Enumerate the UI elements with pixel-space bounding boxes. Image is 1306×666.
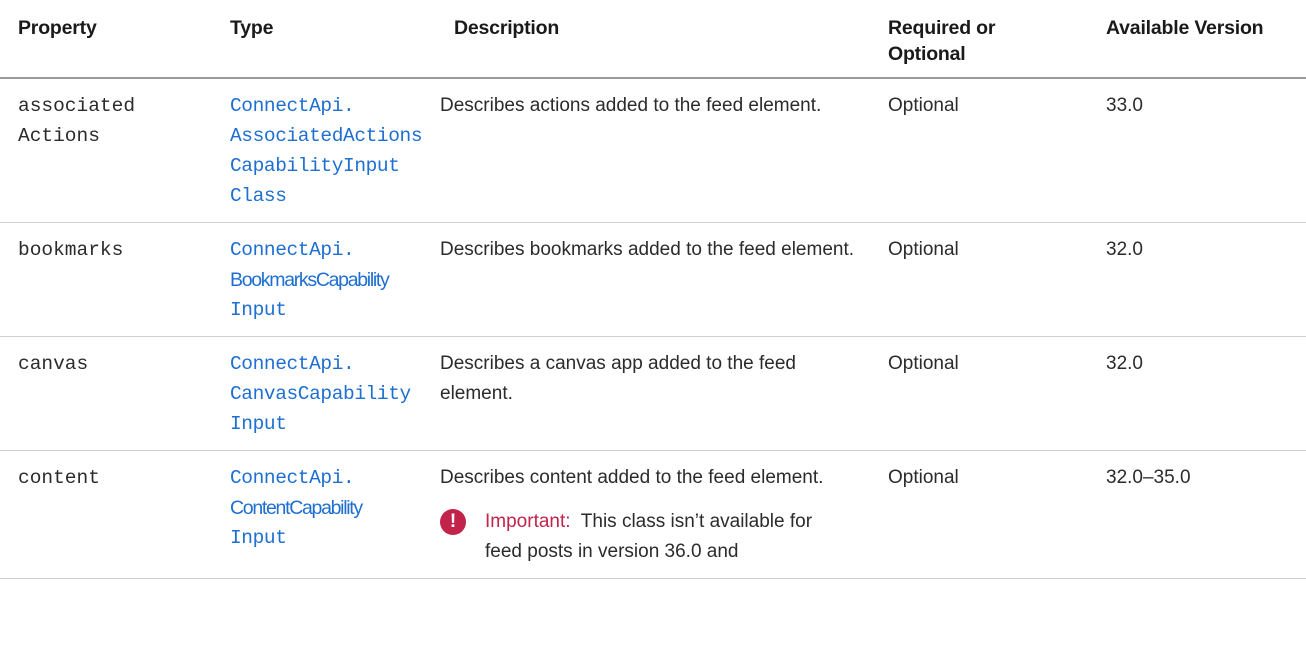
header-type: Type <box>212 0 436 79</box>
header-required: Required or Optional <box>870 0 1088 79</box>
type-link-line[interactable]: ConnectApi. <box>230 349 436 379</box>
type-link-line[interactable]: AssociatedActions <box>230 121 436 151</box>
important-icon: ! <box>440 509 466 535</box>
property-cell: content <box>0 450 212 579</box>
type-link-line[interactable]: CapabilityInput <box>230 151 436 181</box>
property-name-line: content <box>18 467 100 489</box>
properties-table: Property Type Description Required or Op… <box>0 0 1306 579</box>
header-version: Available Version <box>1088 0 1306 79</box>
important-label: Important: <box>485 511 581 532</box>
type-link[interactable]: ConnectApi. BookmarksCapability Input <box>212 222 436 337</box>
type-link[interactable]: ConnectApi. CanvasCapability Input <box>212 336 436 451</box>
description-cell: Describes a canvas app added to the feed… <box>436 336 870 451</box>
type-link[interactable]: ConnectApi. ContentCapability Input <box>212 450 436 579</box>
description-text: Describes content added to the feed elem… <box>440 467 824 488</box>
type-link-line[interactable]: ContentCapability <box>230 493 436 523</box>
description-cell: Describes bookmarks added to the feed el… <box>436 222 870 337</box>
table-row: canvas ConnectApi. CanvasCapability Inpu… <box>0 336 1306 451</box>
important-note: ! Important: This class isn’t available … <box>440 507 854 567</box>
property-name-line: canvas <box>18 353 89 375</box>
type-link-line[interactable]: Input <box>230 409 436 439</box>
property-cell: bookmarks <box>0 222 212 337</box>
version-cell: 32.0–35.0 <box>1088 450 1306 579</box>
header-property: Property <box>0 0 212 79</box>
property-name-line: Actions <box>18 125 100 147</box>
type-link-line[interactable]: Input <box>230 295 436 325</box>
type-link-line[interactable]: Class <box>230 181 436 211</box>
property-cell: associated Actions <box>0 78 212 223</box>
version-cell: 33.0 <box>1088 78 1306 223</box>
required-cell: Optional <box>870 450 1088 579</box>
type-link-line[interactable]: ConnectApi. <box>230 463 436 493</box>
type-link-line[interactable]: Input <box>230 523 436 553</box>
type-link-line[interactable]: BookmarksCapability <box>230 265 436 295</box>
description-cell: Describes actions added to the feed elem… <box>436 78 870 223</box>
required-cell: Optional <box>870 78 1088 223</box>
description-cell: Describes content added to the feed elem… <box>436 450 870 579</box>
version-cell: 32.0 <box>1088 222 1306 337</box>
property-name-line: bookmarks <box>18 239 124 261</box>
table-header-row: Property Type Description Required or Op… <box>0 0 1306 79</box>
required-cell: Optional <box>870 222 1088 337</box>
type-link[interactable]: ConnectApi. AssociatedActions Capability… <box>212 78 436 223</box>
table-row: associated Actions ConnectApi. Associate… <box>0 78 1306 223</box>
type-link-line[interactable]: ConnectApi. <box>230 235 436 265</box>
property-name-line: associated <box>18 95 136 117</box>
table-row: content ConnectApi. ContentCapability In… <box>0 450 1306 579</box>
table-row: bookmarks ConnectApi. BookmarksCapabilit… <box>0 222 1306 337</box>
header-description: Description <box>436 0 870 79</box>
type-link-line[interactable]: ConnectApi. <box>230 91 436 121</box>
property-cell: canvas <box>0 336 212 451</box>
type-link-line[interactable]: CanvasCapability <box>230 379 436 409</box>
required-cell: Optional <box>870 336 1088 451</box>
version-cell: 32.0 <box>1088 336 1306 451</box>
